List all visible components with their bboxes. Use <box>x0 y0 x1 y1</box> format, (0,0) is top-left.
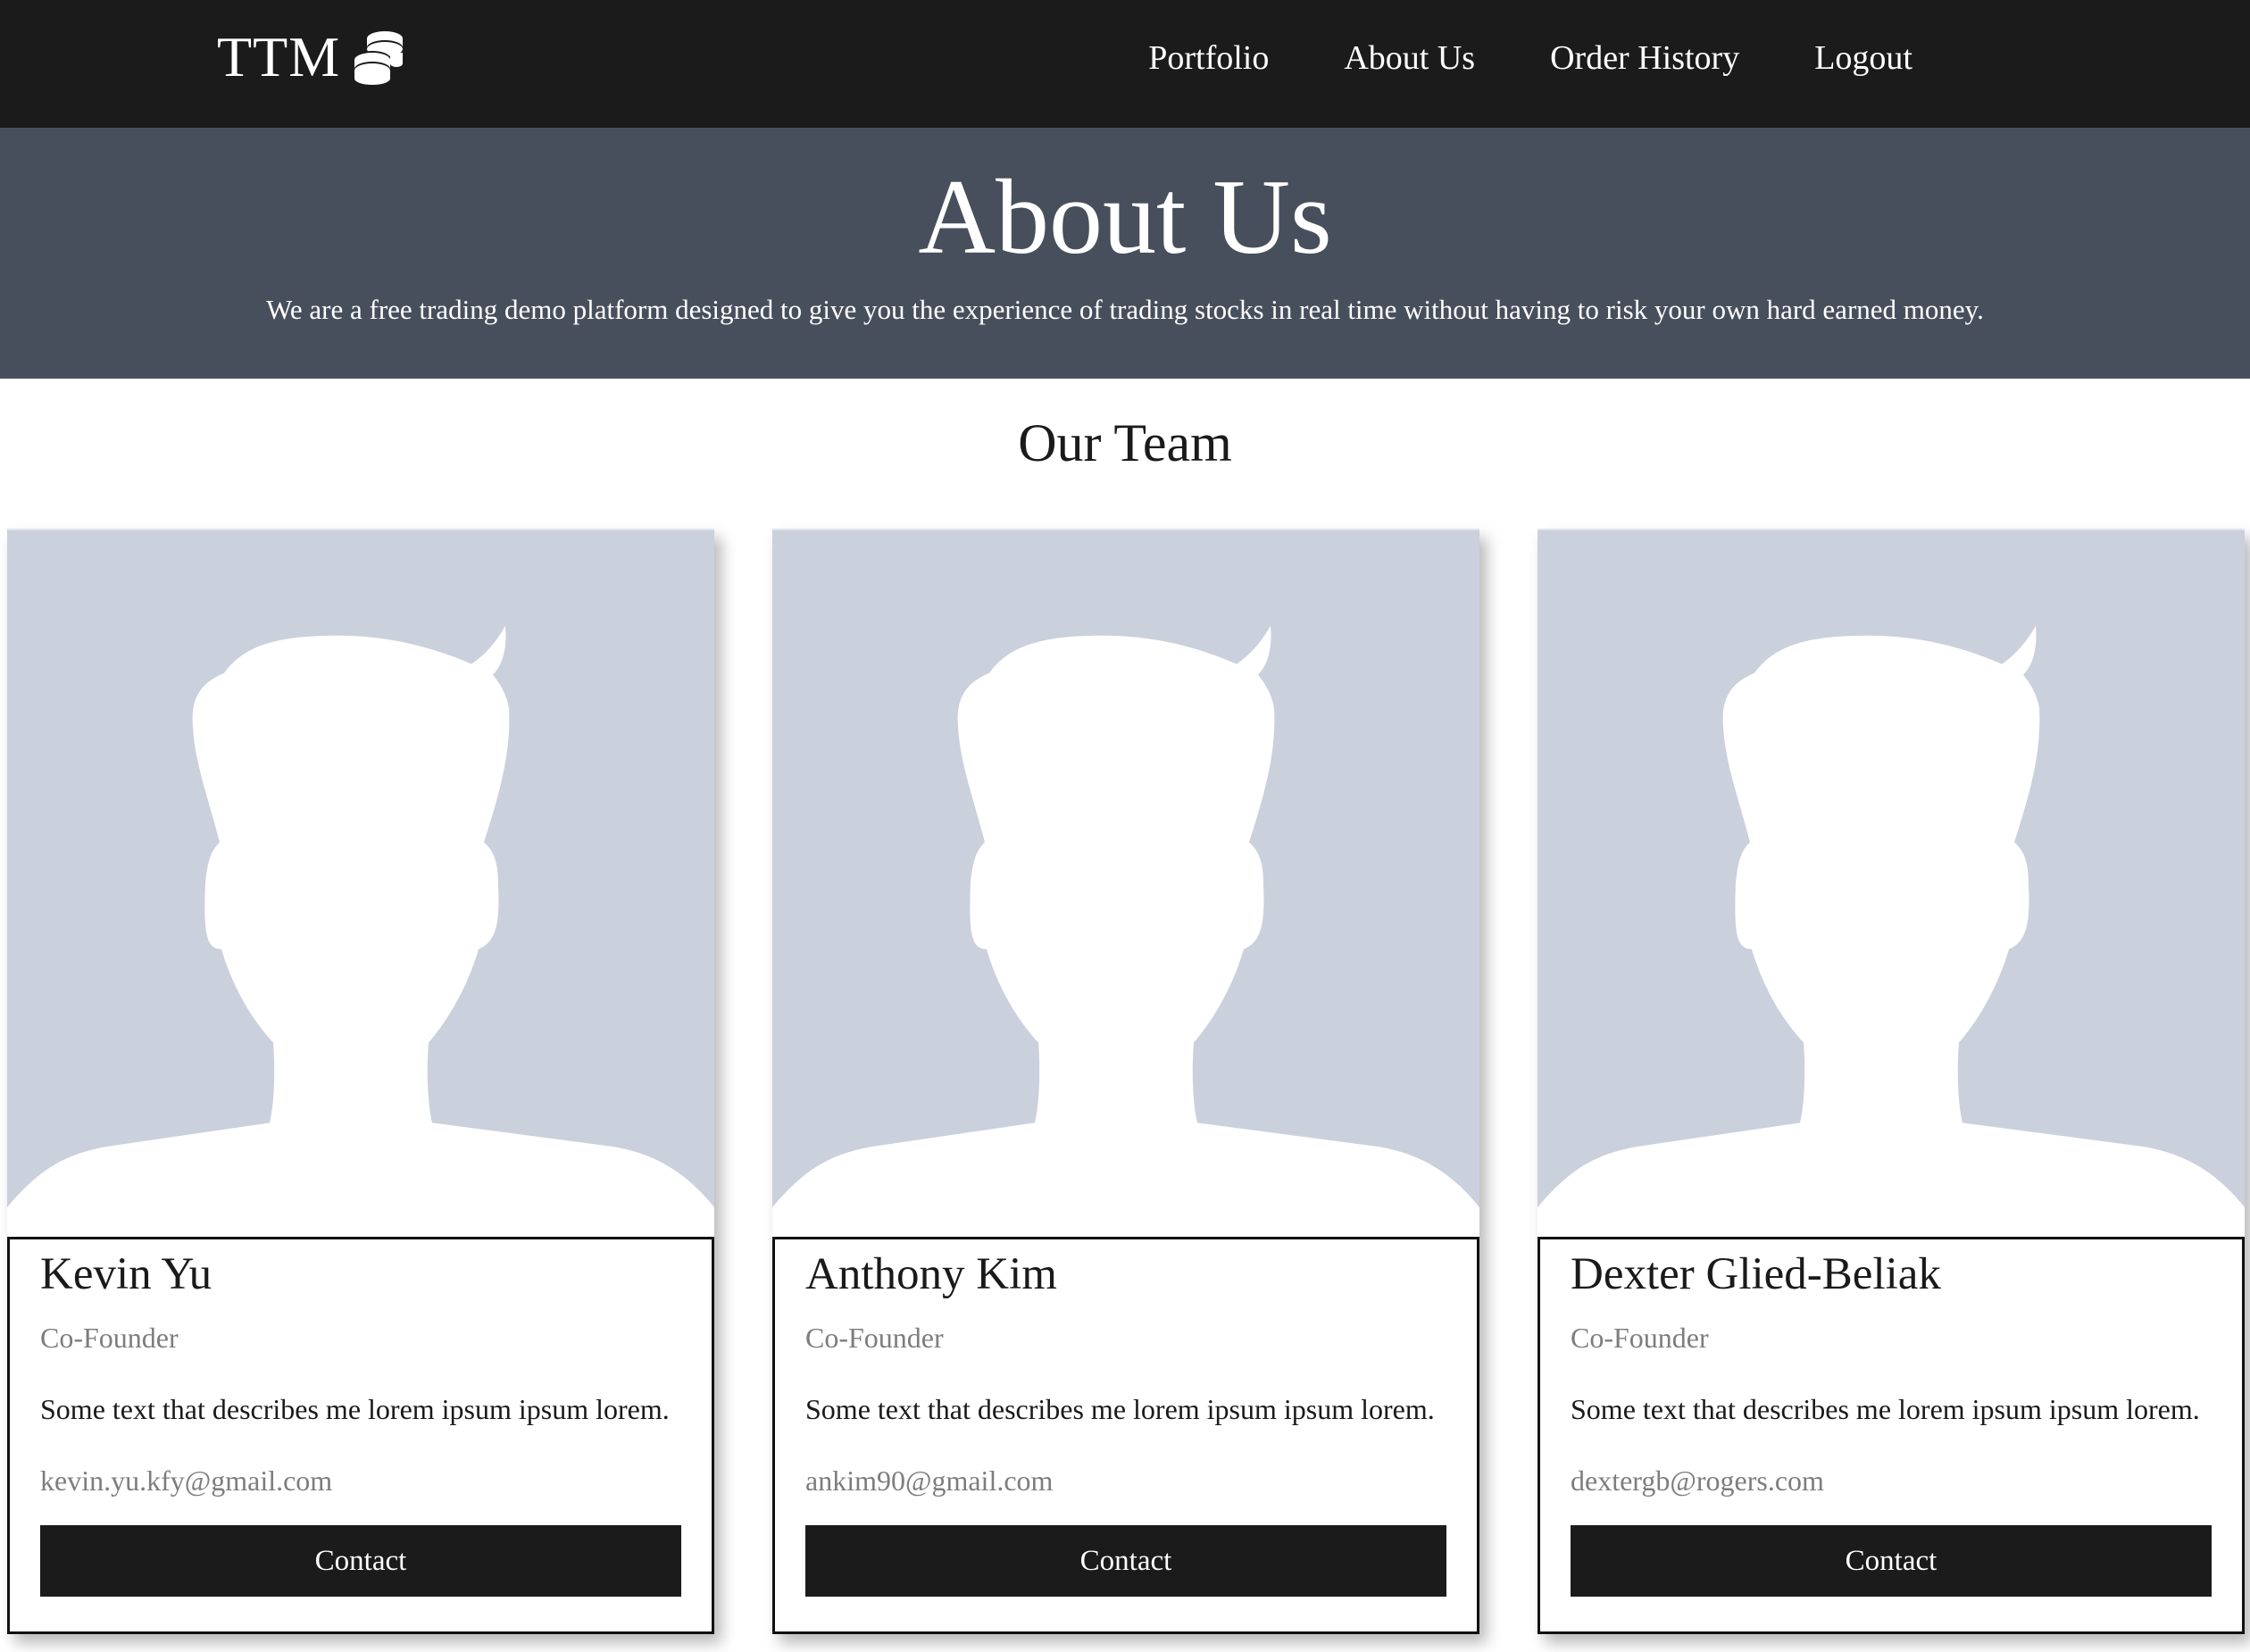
member-info: Kevin Yu Co-Founder Some text that descr… <box>7 1237 714 1634</box>
member-photo <box>7 529 714 1237</box>
avatar-placeholder-icon <box>7 625 714 1237</box>
team-member-card: Dexter Glied-Beliak Co-Founder Some text… <box>1538 529 2245 1634</box>
member-photo <box>1538 529 2245 1237</box>
brand-logo[interactable]: TTM <box>217 21 408 93</box>
member-email: kevin.yu.kfy@gmail.com <box>40 1464 333 1497</box>
team-member-card: Kevin Yu Co-Founder Some text that descr… <box>7 529 714 1634</box>
member-email: dextergb@rogers.com <box>1571 1464 1824 1497</box>
member-name: Anthony Kim <box>805 1249 1057 1299</box>
navbar: TTM Portfolio About Us Order History Log… <box>0 0 2250 128</box>
team-member-card: Anthony Kim Co-Founder Some text that de… <box>772 529 1479 1634</box>
member-description: Some text that describes me lorem ipsum … <box>40 1393 670 1425</box>
member-photo <box>772 529 1479 1237</box>
hero-description: We are a free trading demo platform desi… <box>266 294 1984 325</box>
brand-name: TTM <box>217 25 341 88</box>
nav-link-about-us[interactable]: About Us <box>1344 38 1475 78</box>
avatar-placeholder-icon <box>1538 625 2245 1237</box>
nav-link-logout[interactable]: Logout <box>1814 38 1912 78</box>
avatar-placeholder-icon <box>772 625 1479 1237</box>
member-email: ankim90@gmail.com <box>805 1464 1054 1497</box>
member-name: Dexter Glied-Beliak <box>1571 1249 1941 1299</box>
contact-button[interactable]: Contact <box>1571 1525 2212 1597</box>
coins-stack-icon <box>354 31 404 85</box>
contact-button[interactable]: Contact <box>805 1525 1446 1597</box>
member-description: Some text that describes me lorem ipsum … <box>1571 1393 2200 1425</box>
member-info: Dexter Glied-Beliak Co-Founder Some text… <box>1538 1237 2245 1634</box>
member-role: Co-Founder <box>1571 1322 1709 1354</box>
nav-menu: Portfolio About Us Order History Logout <box>1148 0 1912 116</box>
member-description: Some text that describes me lorem ipsum … <box>805 1393 1435 1425</box>
contact-button[interactable]: Contact <box>40 1525 681 1597</box>
member-info: Anthony Kim Co-Founder Some text that de… <box>772 1237 1479 1634</box>
nav-link-order-history[interactable]: Order History <box>1550 38 1739 78</box>
hero-banner: About Us We are a free trading demo plat… <box>0 128 2250 379</box>
member-name: Kevin Yu <box>40 1249 212 1299</box>
section-title: Our Team <box>1018 413 1232 472</box>
nav-link-portfolio[interactable]: Portfolio <box>1148 38 1269 78</box>
member-role: Co-Founder <box>805 1322 944 1354</box>
member-role: Co-Founder <box>40 1322 179 1354</box>
page-title: About Us <box>918 157 1332 276</box>
